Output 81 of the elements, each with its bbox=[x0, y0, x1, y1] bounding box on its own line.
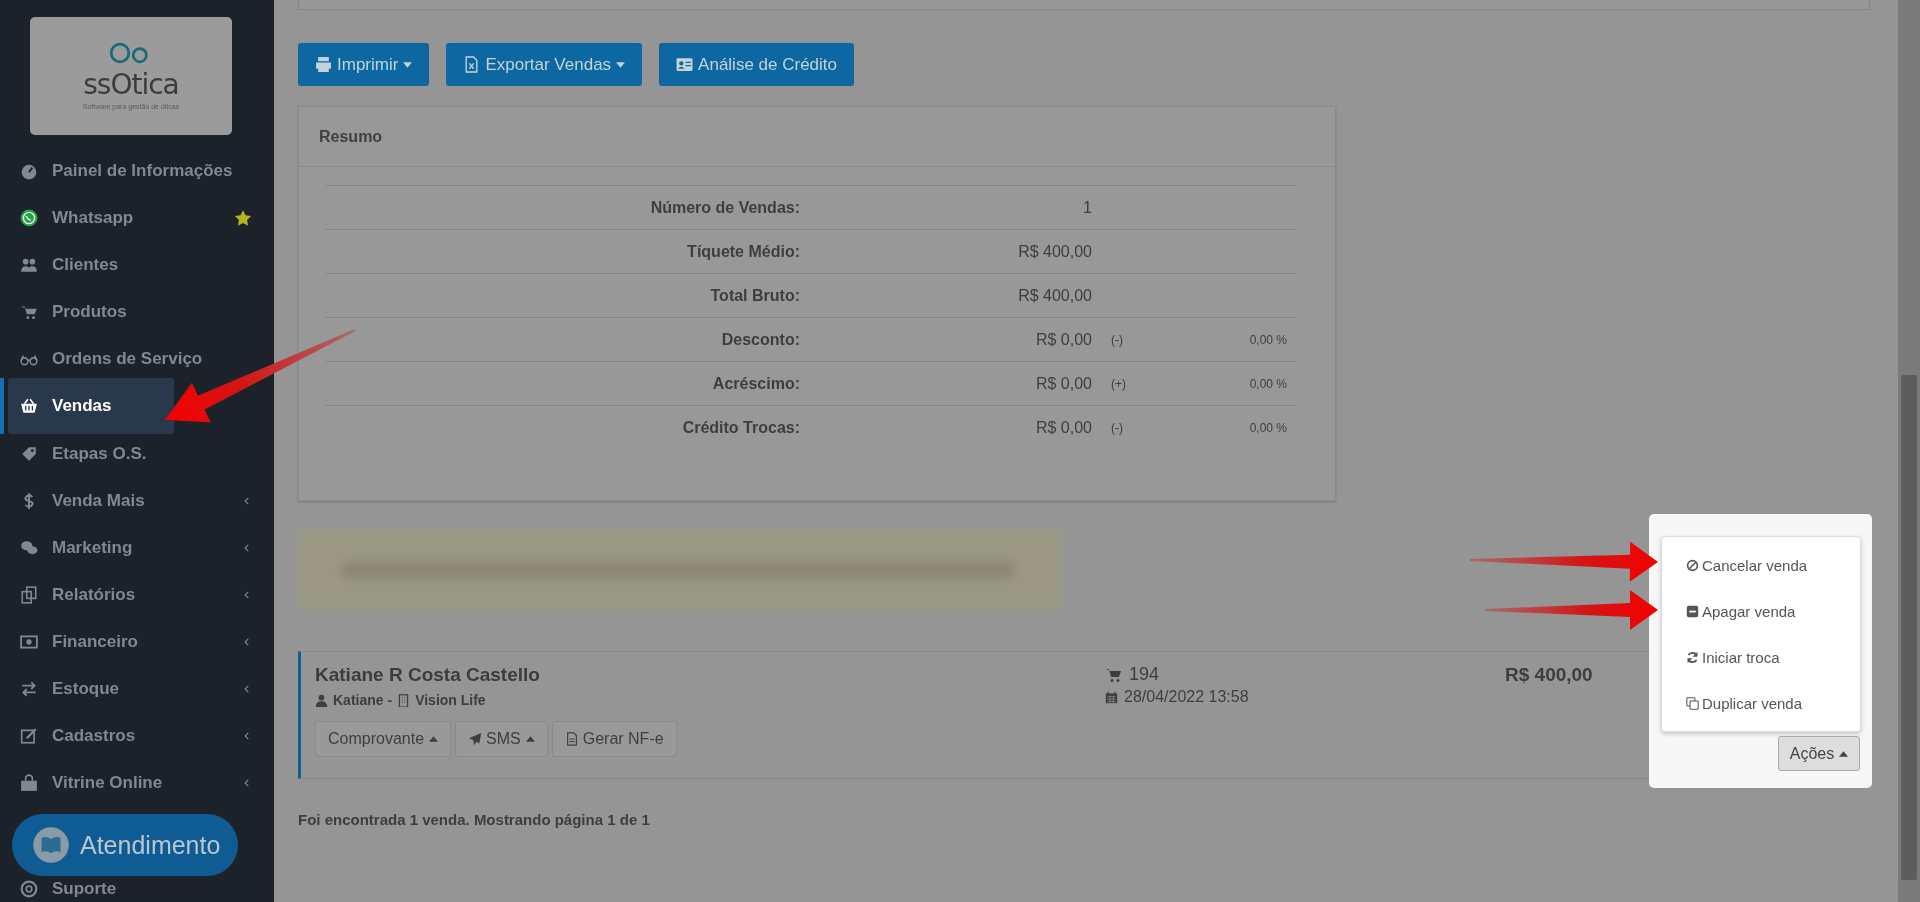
calendar-icon bbox=[1105, 690, 1118, 704]
menu-item[interactable]: Venda Mais bbox=[0, 477, 274, 524]
actions-button[interactable]: Ações bbox=[1778, 736, 1860, 771]
summary-label: Crédito Trocas: bbox=[326, 405, 800, 449]
copy-icon bbox=[1686, 696, 1699, 710]
menu-option[interactable]: Duplicar venda bbox=[1662, 680, 1860, 726]
sale-button[interactable]: SMS bbox=[455, 721, 548, 757]
summary-label: Número de Vendas: bbox=[326, 185, 800, 230]
menu-item[interactable]: Financeiro bbox=[0, 618, 274, 665]
menu-item[interactable]: Cadastros bbox=[0, 712, 274, 759]
menu-item[interactable]: Estoque bbox=[0, 665, 274, 712]
building-icon bbox=[397, 693, 411, 707]
scrollbar[interactable] bbox=[1898, 0, 1920, 902]
summary-value: R$ 400,00 bbox=[800, 229, 1092, 274]
toolbar-button[interactable]: Análise de Crédito bbox=[659, 43, 854, 86]
copy-icon bbox=[20, 585, 38, 604]
caret-icon bbox=[525, 736, 535, 742]
summary-value: R$ 400,00 bbox=[800, 273, 1092, 318]
menu-option[interactable]: Iniciar troca bbox=[1662, 634, 1860, 680]
customer-name: Katiane R Costa Castello bbox=[315, 664, 541, 686]
prohibited-icon bbox=[1686, 558, 1699, 572]
toolbar-button[interactable]: Exportar Vendas bbox=[446, 43, 643, 86]
spreadsheet-icon bbox=[463, 56, 481, 73]
basket-icon bbox=[20, 397, 38, 415]
user-icon bbox=[315, 693, 328, 707]
menu-item[interactable]: Whatsapp bbox=[0, 194, 274, 241]
document-icon bbox=[564, 732, 579, 746]
summary-label: Acréscimo: bbox=[326, 361, 800, 406]
menu-option[interactable]: Apagar venda bbox=[1662, 588, 1860, 634]
refresh-icon bbox=[1686, 650, 1699, 664]
caret-icon bbox=[429, 736, 439, 742]
menu-item[interactable]: Relatórios bbox=[0, 571, 274, 618]
tag-icon bbox=[20, 444, 38, 463]
menu-item[interactable]: Produtos bbox=[0, 288, 274, 335]
money-icon bbox=[20, 632, 38, 651]
id-card-icon bbox=[676, 56, 694, 73]
sale-date: 28/04/2022 13:58 bbox=[1124, 688, 1249, 706]
logo-name: ssOtica bbox=[83, 68, 179, 101]
sale-button[interactable]: Comprovante bbox=[315, 721, 452, 757]
summary-label: Total Bruto: bbox=[326, 273, 800, 318]
sign-label: (-) bbox=[1111, 332, 1123, 347]
whatsapp-icon bbox=[20, 208, 38, 227]
seller-name: Katiane - bbox=[333, 692, 393, 708]
menu-item[interactable]: Suporte bbox=[0, 878, 274, 900]
summary-value: 1 bbox=[800, 185, 1092, 230]
order-number: 194 bbox=[1129, 664, 1160, 685]
summary-value: R$ 0,00 bbox=[800, 405, 1092, 449]
percent-value: 0,00 % bbox=[1249, 420, 1287, 435]
bag-icon bbox=[20, 773, 38, 792]
cart-icon bbox=[1105, 666, 1123, 683]
menu-item[interactable]: Clientes bbox=[0, 241, 274, 288]
support-button[interactable]: Atendimento bbox=[12, 814, 238, 876]
panel-title: Resumo bbox=[299, 107, 1335, 167]
menu-item[interactable]: Marketing bbox=[0, 524, 274, 571]
toolbar-button[interactable]: Imprimir bbox=[298, 43, 430, 86]
pagination-info: Foi encontrada 1 venda. Mostrando página 1 de 1 bbox=[298, 811, 651, 828]
menu-option[interactable]: Cancelar venda bbox=[1662, 542, 1860, 588]
summary-value: R$ 0,00 bbox=[800, 317, 1092, 362]
sale-total: R$ 400,00 bbox=[1505, 664, 1593, 686]
sign-label: (+) bbox=[1111, 376, 1126, 391]
exchange-icon bbox=[20, 679, 38, 698]
book-icon bbox=[32, 826, 70, 864]
sale-button[interactable]: Gerar NF-e bbox=[551, 721, 677, 757]
store-name: Vision Life bbox=[415, 692, 486, 708]
menu-item[interactable]: Painel de Informações bbox=[0, 147, 274, 194]
lifebuoy-icon bbox=[20, 880, 38, 898]
minus-square-icon bbox=[1686, 604, 1699, 618]
paper-plane-icon bbox=[468, 732, 483, 746]
summary-value: R$ 0,00 bbox=[800, 361, 1092, 406]
chat-icon bbox=[20, 538, 38, 557]
printer-icon bbox=[315, 56, 332, 73]
menu-item[interactable]: Vitrine Online bbox=[0, 759, 274, 806]
summary-label: Tíquete Médio: bbox=[326, 229, 800, 274]
caret-icon bbox=[1839, 750, 1849, 757]
caret-icon bbox=[403, 61, 413, 68]
caret-icon bbox=[616, 61, 626, 68]
sign-label: (-) bbox=[1111, 420, 1123, 435]
percent-value: 0,00 % bbox=[1249, 332, 1287, 347]
edit-icon bbox=[20, 726, 38, 745]
percent-value: 0,00 % bbox=[1249, 376, 1287, 391]
star-icon bbox=[234, 208, 252, 227]
